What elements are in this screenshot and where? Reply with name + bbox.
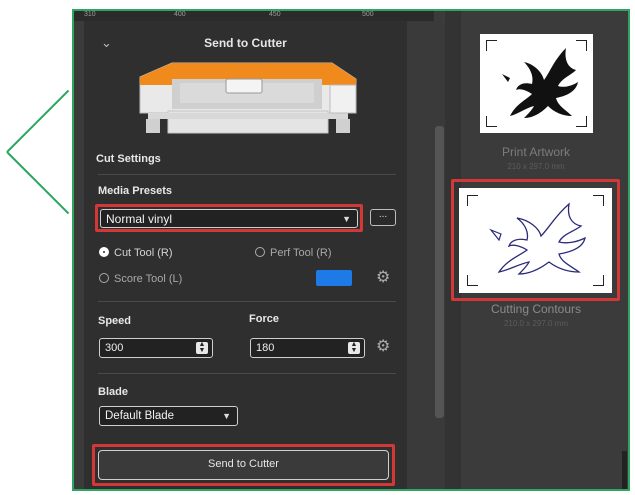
radio-empty-icon — [99, 273, 109, 283]
radio-selected-icon — [99, 247, 109, 257]
force-stepper[interactable]: 180 ▲ ▼ — [250, 338, 365, 358]
cut-tool-label: Cut Tool (R) — [114, 247, 173, 259]
ruler-tick: 400 — [174, 11, 186, 18]
force-value: 180 — [256, 342, 275, 354]
blade-value: Default Blade — [105, 410, 175, 422]
send-to-cutter-button[interactable]: Send to Cutter — [98, 450, 389, 480]
cutting-contours-thumbnail[interactable] — [459, 188, 612, 293]
chevron-down-icon: ▼ — [342, 214, 351, 224]
panel-header: ⌄ Send to Cutter — [84, 35, 407, 55]
scrollbar-thumb[interactable] — [622, 451, 627, 489]
chevron-down-icon: ▼ — [222, 411, 231, 421]
radio-empty-icon — [255, 247, 265, 257]
cut-tool-radio[interactable]: Cut Tool (R) — [99, 247, 172, 259]
print-artwork-title: Print Artwork — [501, 145, 570, 159]
ruler: 310 400 450 500 — [74, 11, 434, 21]
panel-title: Send to Cutter — [204, 36, 287, 50]
ruler-tick: 450 — [269, 11, 281, 18]
callout-line-lower — [6, 151, 70, 215]
speed-stepper[interactable]: 300 ▲ ▼ — [99, 338, 213, 358]
divider — [98, 174, 396, 175]
cut-settings-heading: Cut Settings — [96, 153, 161, 165]
media-preset-value: Normal vinyl — [106, 212, 173, 226]
gear-icon[interactable]: ⚙ — [376, 270, 390, 286]
divider — [98, 301, 396, 302]
print-artwork-thumbnail[interactable] — [480, 34, 593, 133]
media-presets-label: Media Presets — [98, 185, 172, 197]
blade-label: Blade — [98, 386, 128, 398]
blade-dropdown[interactable]: Default Blade ▼ — [99, 406, 238, 426]
zoomed-app-window: 310 400 450 500 ⌄ Send to Cutter Cut Set… — [72, 9, 630, 491]
more-presets-button[interactable]: ... — [370, 209, 396, 226]
cutting-contours-title: Cutting Contours — [490, 302, 582, 316]
score-tool-radio[interactable]: Score Tool (L) — [99, 273, 182, 285]
force-label: Force — [249, 313, 279, 325]
spinner-arrows-icon[interactable]: ▲ ▼ — [196, 341, 208, 354]
ruler-tick: 310 — [84, 11, 96, 18]
spinner-arrows-icon[interactable]: ▲ ▼ — [348, 341, 360, 354]
scrollbar-thumb[interactable] — [435, 126, 444, 418]
cutter-machine-image — [139, 62, 357, 134]
speed-label: Speed — [98, 315, 132, 327]
print-artwork-size: 210 x 297.0 mm — [507, 162, 565, 171]
speed-value: 300 — [105, 342, 124, 354]
dragon-contour-image — [489, 202, 586, 275]
score-tool-label: Score Tool (L) — [114, 273, 183, 285]
perf-tool-label: Perf Tool (R) — [270, 247, 332, 259]
divider — [98, 373, 396, 374]
ruler-tick: 500 — [362, 11, 374, 18]
score-color-swatch[interactable] — [316, 270, 352, 286]
perf-tool-radio[interactable]: Perf Tool (R) — [255, 247, 332, 259]
callout-line-upper — [6, 89, 70, 153]
gear-icon[interactable]: ⚙ — [376, 339, 390, 355]
send-to-cutter-panel: ⌄ Send to Cutter Cut Settings Media Pres… — [84, 21, 407, 489]
cutting-contours-size: 210.0 x 297.0 mm — [503, 319, 569, 328]
media-preset-dropdown[interactable]: Normal vinyl ▼ — [100, 209, 358, 228]
